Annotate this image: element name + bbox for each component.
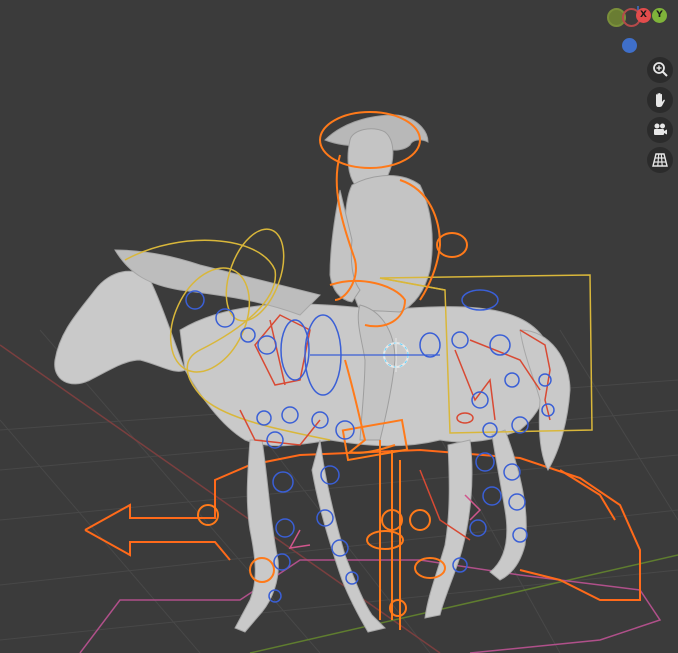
y-axis-line <box>249 554 678 653</box>
navigation-gizmo[interactable]: X Y <box>602 6 672 58</box>
3d-viewport[interactable]: X Y <box>0 0 678 653</box>
grid-icon <box>652 153 668 167</box>
x-axis-label: X <box>640 10 647 20</box>
root-controller[interactable] <box>84 448 641 601</box>
x-axis-dot[interactable]: X <box>636 8 651 23</box>
z-axis-dot[interactable] <box>622 38 637 53</box>
camera-button[interactable] <box>647 117 673 143</box>
y-axis-label: Y <box>656 10 663 20</box>
perspective-toggle-button[interactable] <box>647 147 673 173</box>
hand-icon <box>656 93 665 107</box>
viewport-scene[interactable] <box>0 0 678 653</box>
magnifier-plus-icon <box>653 62 668 77</box>
y-axis-dot[interactable]: Y <box>652 8 667 23</box>
pan-button[interactable] <box>647 87 673 113</box>
camera-icon <box>654 123 667 135</box>
zoom-button[interactable] <box>647 57 673 83</box>
ground-circle-controller[interactable] <box>79 559 662 653</box>
